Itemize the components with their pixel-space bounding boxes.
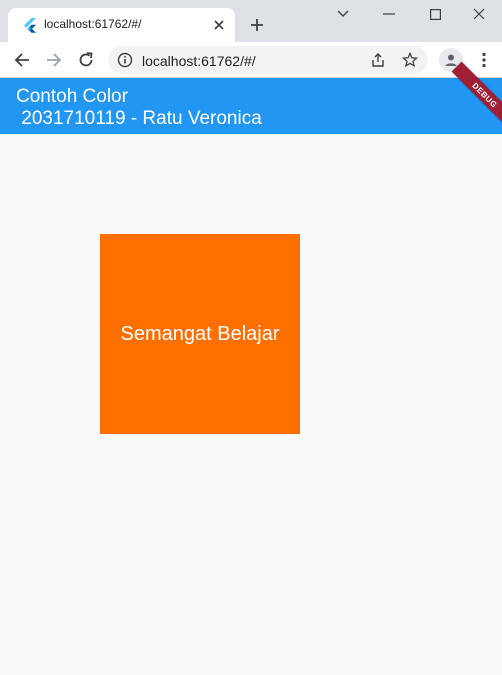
box-text: Semangat Belajar	[120, 322, 280, 345]
maximize-icon[interactable]	[412, 0, 458, 28]
bookmark-star-icon[interactable]	[401, 51, 419, 69]
info-icon[interactable]	[117, 52, 133, 68]
app-bar-title: Contoh Color 2031710119 - Ratu Veronica	[16, 86, 262, 129]
app-bar: Contoh Color 2031710119 - Ratu Veronica	[0, 78, 502, 134]
menu-kebab-icon[interactable]	[472, 48, 496, 72]
share-icon[interactable]	[369, 51, 387, 69]
app-body: Semangat Belajar	[0, 134, 502, 675]
flutter-icon	[22, 17, 38, 33]
tab-close-icon[interactable]	[209, 15, 229, 35]
browser-toolbar: localhost:61762/#/	[0, 42, 502, 78]
tab-title: localhost:61762/#/	[44, 17, 142, 31]
browser-tab[interactable]: localhost:61762/#/	[8, 8, 235, 42]
new-tab-button[interactable]	[245, 13, 269, 37]
back-arrow-left-icon[interactable]	[9, 47, 35, 73]
browser-tab-strip: localhost:61762/#/	[0, 0, 502, 42]
close-window-icon[interactable]	[456, 0, 502, 28]
forward-arrow-right-icon[interactable]	[41, 47, 67, 73]
tab-search-chevron-down-icon[interactable]	[320, 0, 366, 28]
minimize-icon[interactable]	[366, 0, 412, 28]
url-text[interactable]: localhost:61762/#/	[142, 53, 256, 69]
reload-icon[interactable]	[73, 47, 99, 73]
color-box: Semangat Belajar	[100, 234, 300, 434]
address-bar[interactable]: localhost:61762/#/	[108, 46, 428, 74]
